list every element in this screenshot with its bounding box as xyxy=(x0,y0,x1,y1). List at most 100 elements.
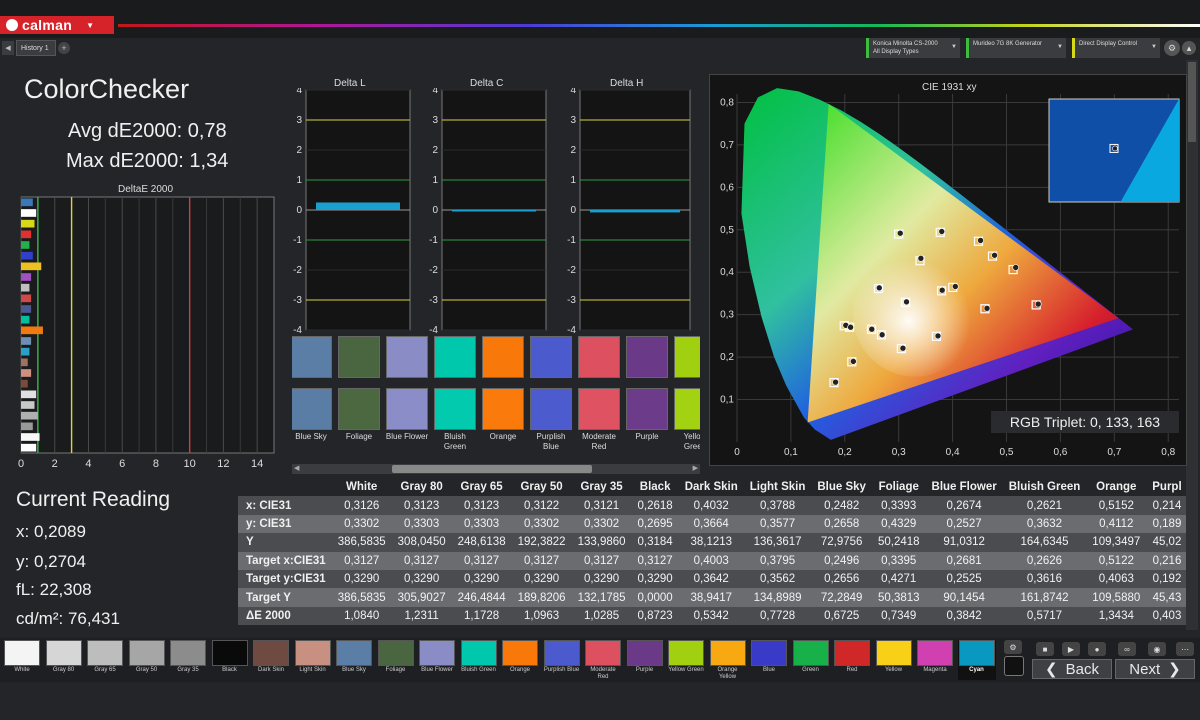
patch-button[interactable]: Cyan xyxy=(957,640,996,680)
table-column-header[interactable]: Gray 65 xyxy=(452,478,512,496)
patch-button[interactable]: Gray 50 xyxy=(128,640,166,680)
table-cell: 0,3664 xyxy=(693,517,729,530)
chevron-left-icon[interactable]: ◀ xyxy=(294,464,299,472)
patch-button[interactable]: Bluish Green xyxy=(460,640,498,680)
patch-button[interactable]: Black xyxy=(211,640,249,680)
table-column-header[interactable]: Foliage xyxy=(872,478,926,496)
chevron-right-icon[interactable]: ▶ xyxy=(693,464,698,472)
table-column-header[interactable]: Gray 80 xyxy=(392,478,452,496)
table-column-header[interactable]: Blue Sky xyxy=(811,478,872,496)
device-generator[interactable]: Murideo 7G 8K Generator ▼ xyxy=(966,38,1066,58)
table-column-header[interactable]: Gray 50 xyxy=(512,478,572,496)
patch-button[interactable]: Moderate Red xyxy=(584,640,622,680)
loop-icon[interactable]: ∞ xyxy=(1118,642,1136,656)
measured-marker xyxy=(952,283,959,290)
table-column-header[interactable]: Light Skin xyxy=(744,478,812,496)
patch-button[interactable]: Purplish Blue xyxy=(543,640,581,680)
target-swatch xyxy=(674,388,700,430)
patch-button[interactable]: Green xyxy=(792,640,830,680)
table-column-header[interactable]: Gray 35 xyxy=(572,478,632,496)
patch-button[interactable]: Red xyxy=(833,640,871,680)
record-icon[interactable]: ● xyxy=(1088,642,1106,656)
back-button[interactable]: ❮ Back xyxy=(1032,659,1112,679)
read-continuous-button[interactable] xyxy=(1004,656,1024,676)
patch-button[interactable]: Yellow Green xyxy=(667,640,705,680)
chevron-left-icon[interactable]: ◀ xyxy=(2,41,14,55)
patch-color xyxy=(170,640,206,666)
current-cdm2: cd/m²: 76,431 xyxy=(16,609,120,628)
patch-button[interactable]: Orange Yellow xyxy=(709,640,747,680)
patch-button[interactable]: Blue xyxy=(750,640,788,680)
patch-label: Purple xyxy=(635,667,654,673)
delta-ytick: 1 xyxy=(570,175,576,186)
chevron-right-icon: ❯ xyxy=(1168,661,1181,678)
table-cell: 0,4063 xyxy=(1098,573,1134,586)
table-column-header[interactable]: Orange xyxy=(1086,478,1146,496)
stop-icon[interactable]: ■ xyxy=(1036,642,1054,656)
delta-bar xyxy=(316,202,400,210)
patch-button[interactable]: Blue Flower xyxy=(418,640,456,680)
gear-icon[interactable]: ⚙ xyxy=(1164,40,1180,56)
table-column-header[interactable]: Black xyxy=(632,478,679,496)
table-column-header[interactable]: Bluish Green xyxy=(1003,478,1087,496)
patch-button[interactable]: White xyxy=(3,640,41,680)
patch-button[interactable]: Gray 65 xyxy=(86,640,124,680)
patch-button[interactable]: Magenta xyxy=(916,640,954,680)
patch-button[interactable]: Dark Skin xyxy=(252,640,290,680)
patch-button[interactable]: Gray 35 xyxy=(169,640,207,680)
table-column-header[interactable]: Dark Skin xyxy=(679,478,744,496)
patch-button[interactable]: Light Skin xyxy=(294,640,332,680)
table-cell: 0,2658 xyxy=(824,517,860,530)
patch-label: Orange xyxy=(509,667,530,673)
deltae-bar-chart: 0 2 4 6 8 10 12 14 xyxy=(18,196,275,470)
patch-button[interactable]: Foliage xyxy=(377,640,415,680)
patch-label: Yellow xyxy=(884,667,903,673)
play-icon[interactable]: ▶ xyxy=(1062,642,1080,656)
patch-button[interactable]: Gray 80 xyxy=(45,640,83,680)
calman-menu-button[interactable]: calman ▼ xyxy=(0,16,114,34)
device-meter-name: Konica Minolta CS-2000 xyxy=(873,41,938,47)
tab-history[interactable]: History 1 xyxy=(16,40,56,56)
table-cell: 0,2674 xyxy=(946,499,982,512)
table-row-label: y: CIE31 xyxy=(246,517,292,530)
table-cell: 1,1728 xyxy=(464,609,500,622)
patch-color xyxy=(585,640,621,666)
patch-button[interactable]: Orange xyxy=(501,640,539,680)
table-column-header[interactable]: Blue Flower xyxy=(926,478,1003,496)
table-header: White Gray 80 Gray 65 Gray 50 Gray 35 Black Da… xyxy=(238,478,1186,496)
vertical-scrollbar[interactable] xyxy=(1186,60,1198,630)
table-cell: 0,3795 xyxy=(759,554,796,567)
delta-ytick: 0 xyxy=(296,205,302,216)
measured-swatch xyxy=(386,336,428,378)
horizontal-scrollbar[interactable]: ◀ ▶ xyxy=(292,464,700,474)
table-column-header[interactable]: Purpl xyxy=(1146,478,1186,496)
more-icon[interactable]: ⋯ xyxy=(1176,642,1194,656)
table-cell: 0,3290 xyxy=(344,573,380,586)
scroll-thumb[interactable] xyxy=(392,465,592,473)
table-column-header[interactable]: White xyxy=(332,478,392,496)
patch-label: White xyxy=(14,667,30,673)
patch-color xyxy=(45,640,82,666)
table-cell: 0,3788 xyxy=(759,499,796,512)
patch-button[interactable]: Purple xyxy=(626,640,664,680)
settings-icon[interactable]: ⚙ xyxy=(1004,640,1022,654)
patch-button[interactable]: Yellow xyxy=(875,640,913,680)
device-display[interactable]: Direct Display Control ▼ xyxy=(1072,38,1160,58)
device-meter[interactable]: Konica Minolta CS-2000 All Display Types… xyxy=(866,38,960,58)
cie-ytick: 0,6 xyxy=(720,182,734,193)
patch-color xyxy=(626,640,663,666)
table-cell: 0,2527 xyxy=(946,517,982,530)
delta-ytick: -3 xyxy=(293,295,302,306)
chevron-down-icon: ▼ xyxy=(86,20,94,30)
patch-color xyxy=(751,640,787,666)
add-tab-button[interactable]: + xyxy=(58,42,70,54)
chevron-down-icon: ▼ xyxy=(1151,44,1157,50)
camera-icon[interactable]: ◉ xyxy=(1148,642,1166,656)
patch-label: Gray 65 xyxy=(94,667,116,673)
patch-button[interactable]: Blue Sky xyxy=(335,640,373,680)
measured-swatch xyxy=(674,336,700,378)
next-button[interactable]: Next ❯ xyxy=(1115,659,1195,679)
chevron-up-icon[interactable]: ▴ xyxy=(1182,41,1196,55)
cie-ytick: 0,7 xyxy=(720,140,734,151)
measured-marker xyxy=(1034,300,1042,308)
